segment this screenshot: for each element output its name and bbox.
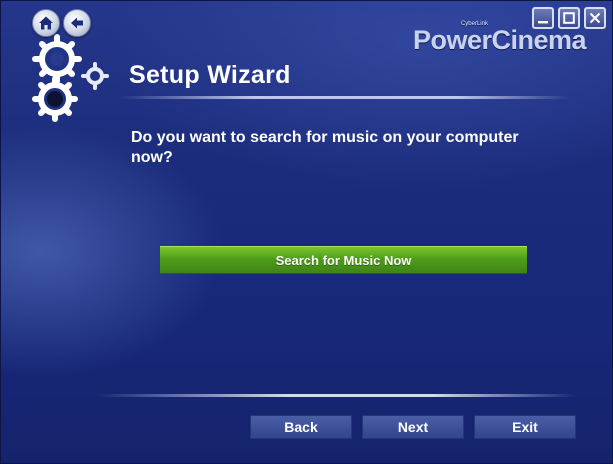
question-text: Do you want to search for music on your … — [131, 129, 519, 166]
back-button[interactable]: Back — [250, 415, 352, 439]
app-name: PowerCinema — [412, 25, 587, 55]
minimize-button[interactable] — [532, 7, 554, 29]
setup-wizard-window: CyberLink PowerCinema Setup Wizard Do yo… — [0, 0, 613, 464]
gears-icon — [32, 34, 109, 122]
search-music-now-button[interactable]: Search for Music Now — [160, 246, 527, 274]
home-button[interactable] — [32, 9, 60, 37]
minimize-icon — [538, 21, 548, 24]
close-button[interactable] — [584, 7, 606, 29]
footer-divider — [96, 394, 576, 397]
maximize-button[interactable] — [558, 7, 580, 29]
previous-page-button[interactable] — [63, 9, 91, 37]
maximize-icon — [563, 12, 575, 24]
home-icon — [39, 16, 53, 30]
next-button[interactable]: Next — [362, 415, 464, 439]
close-icon — [589, 12, 601, 24]
back-arrow-icon — [71, 17, 83, 29]
window-controls — [532, 7, 606, 29]
brand-text: CyberLink — [460, 21, 488, 27]
page-title: Setup Wizard — [129, 61, 291, 89]
title-divider — [119, 96, 569, 99]
app-logo: CyberLink PowerCinema — [412, 21, 587, 56]
exit-button[interactable]: Exit — [474, 415, 576, 439]
